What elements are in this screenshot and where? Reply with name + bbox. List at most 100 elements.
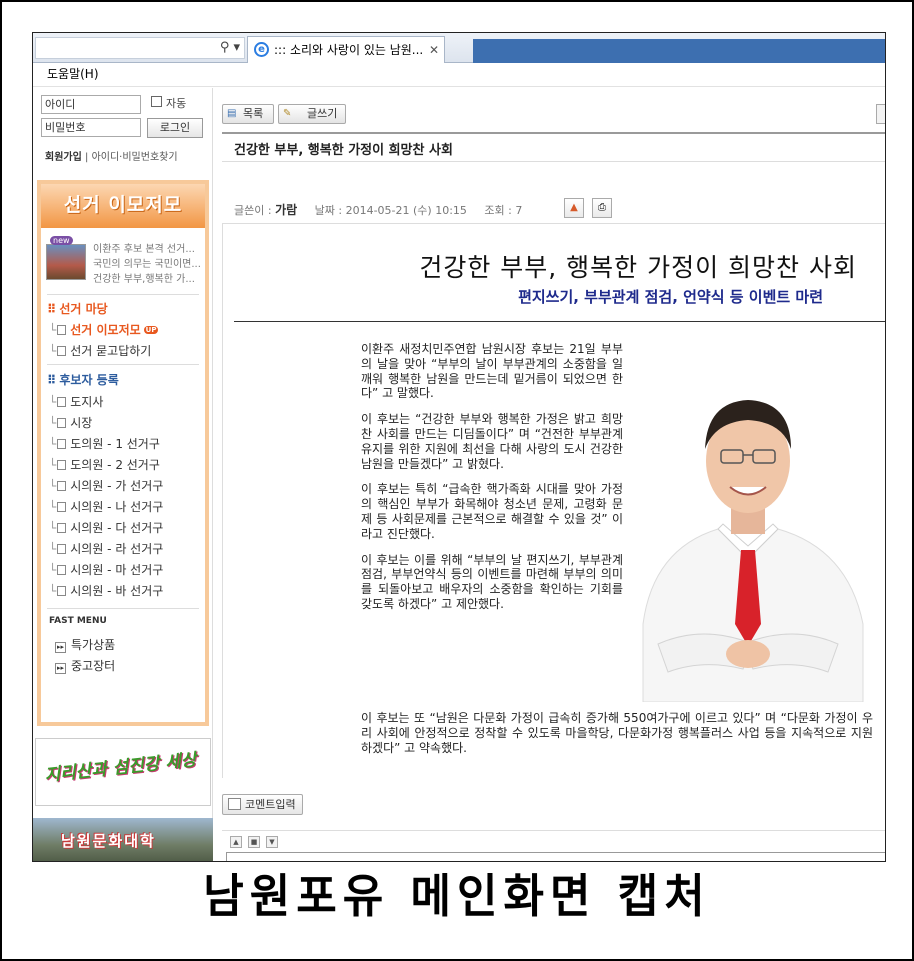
print-icon[interactable]: ⎙ xyxy=(592,198,612,218)
page-icon xyxy=(57,418,67,428)
outer-frame: ⚲ ▾ e ::: 소리와 사랑이 있는 남원... ✕ 도움말(H) 아이디 … xyxy=(0,0,914,961)
jirisan-banner[interactable]: 지리산과 섬진강 세상 xyxy=(35,738,211,806)
paragraph: 이환주 새정치민주연합 남원시장 후보는 21일 부부의 날을 맞아 “부부의 … xyxy=(361,342,623,401)
article-subhead: 편지쓰기, 부부관계 점검, 언약식 등 이벤트 마련 xyxy=(518,288,823,306)
login-button[interactable]: 로그인 xyxy=(147,118,203,138)
list-icon: ▤ xyxy=(227,108,237,119)
list-button[interactable]: ▤ 목록 xyxy=(222,104,274,124)
article-headline: 건강한 부부, 행복한 가정이 희망찬 사회 xyxy=(419,253,857,282)
reset-size-icon[interactable]: ■ xyxy=(248,836,260,848)
view-count: 조회 : 7 xyxy=(484,204,523,217)
post-title: 건강한 부부, 행복한 가정이 희망찬 사회 xyxy=(234,143,453,158)
alarm-icon[interactable]: ▲ xyxy=(564,198,584,218)
divider xyxy=(47,294,199,295)
arrow-icon: ▸▸ xyxy=(55,642,66,653)
author-name[interactable]: 가람 xyxy=(275,203,297,217)
password-input[interactable]: 비밀번호 xyxy=(41,118,141,137)
browser-tab-bar: ⚲ ▾ e ::: 소리와 사랑이 있는 남원... ✕ xyxy=(33,33,885,63)
tab-bar-background xyxy=(473,39,885,63)
article-text: 이환주 새정치민주연합 남원시장 후보는 21일 부부의 날을 맞아 “부부의 … xyxy=(361,342,623,623)
article-body: 건강한 부부, 행복한 가정이 희망찬 사회 편지쓰기, 부부관계 점검, 언약… xyxy=(222,223,885,778)
auto-login-label: 자동 xyxy=(166,97,187,110)
ie-icon: e xyxy=(254,42,269,57)
banner-text: 지리산과 섬진강 세상 xyxy=(43,750,198,786)
menu-item-candidate[interactable]: └ 도의원 - 2 선거구 xyxy=(49,456,160,473)
arrow-icon: ▸▸ xyxy=(55,663,66,674)
comment-editor-toolbar: ▲ ■ ▼ xyxy=(222,830,885,852)
search-dropdown-icon[interactable]: ⚲ ▾ xyxy=(220,40,240,55)
auto-login-checkbox[interactable] xyxy=(151,96,162,107)
page-icon xyxy=(57,502,67,512)
election-menu-box: 선거 이모저모 new 이환주 후보 본격 선거... 국민의 의무는 국민이면… xyxy=(37,180,209,726)
new-badge: new xyxy=(50,236,73,245)
section-heading: ⠿ 선거 마당 xyxy=(47,302,108,316)
menu-item-candidate[interactable]: └ 시의원 - 마 선거구 xyxy=(49,561,163,578)
fast-item-used-market[interactable]: ▸▸ 중고장터 xyxy=(55,657,115,674)
news-item[interactable]: 이환주 후보 본격 선거... xyxy=(93,240,203,255)
address-bar[interactable]: ⚲ ▾ xyxy=(35,37,245,59)
election-banner[interactable]: 선거 이모저모 xyxy=(41,184,205,228)
menu-item-candidate[interactable]: └ 시의원 - 다 선거구 xyxy=(49,519,163,536)
candidate-photo xyxy=(623,324,873,702)
menu-help[interactable]: 도움말(H) xyxy=(47,67,99,81)
section-heading: ⠿ 후보자 등록 xyxy=(47,373,119,387)
write-button[interactable]: ✎ 글쓰기 xyxy=(278,104,346,124)
page-icon xyxy=(57,544,67,554)
menu-item-election-qa[interactable]: └ 선거 묻고답하기 xyxy=(49,342,151,359)
expand-down-icon[interactable]: ▼ xyxy=(266,836,278,848)
news-item[interactable]: 국민의 의무는 국민이면... xyxy=(93,255,203,270)
toolbar-edge-button[interactable] xyxy=(876,104,885,124)
comment-icon xyxy=(228,798,241,810)
divider xyxy=(47,364,199,365)
menu-item-candidate[interactable]: └ 시의원 - 나 선거구 xyxy=(49,498,163,515)
sidebar: 아이디 자동 비밀번호 로그인 회원가입 | 아이디·비밀번호찾기 선거 이모저… xyxy=(33,88,213,861)
menu-item-candidate[interactable]: └ 시의원 - 바 선거구 xyxy=(49,582,163,599)
post-meta: 글쓴이 : 가람 날짜 : 2014-05-21 (수) 10:15 조회 : … xyxy=(234,203,523,217)
page-icon xyxy=(57,481,67,491)
browser-tab[interactable]: e ::: 소리와 사랑이 있는 남원... ✕ xyxy=(247,36,445,63)
menu-item-candidate[interactable]: └ 시의원 - 라 선거구 xyxy=(49,540,163,557)
menu-bar: 도움말(H) xyxy=(33,63,885,87)
menu-item-candidate[interactable]: └ 도지사 xyxy=(49,393,103,410)
headline-rule xyxy=(234,321,885,322)
pencil-icon: ✎ xyxy=(283,108,292,119)
expand-up-icon[interactable]: ▲ xyxy=(230,836,242,848)
close-icon[interactable]: ✕ xyxy=(429,37,439,63)
up-badge: UP xyxy=(143,326,159,334)
menu-item-election-news[interactable]: └ 선거 이모저모 UP xyxy=(49,321,159,338)
link-separator: | xyxy=(85,152,89,163)
comment-input-button[interactable]: 코멘트입력 xyxy=(222,794,303,815)
paragraph: 이 후보는 “건강한 부부와 행복한 가정은 밝고 희망찬 사회를 만드는 디딤… xyxy=(361,412,623,471)
page-icon xyxy=(57,346,67,356)
article-last-paragraph: 이 후보는 또 “남원은 다문화 가정이 급속히 증가해 550여가구에 이르고… xyxy=(361,711,873,755)
page-icon xyxy=(57,439,67,449)
page-icon xyxy=(57,397,67,407)
page-icon xyxy=(57,565,67,575)
id-input[interactable]: 아이디 xyxy=(41,95,141,114)
divider xyxy=(47,608,199,609)
join-link[interactable]: 회원가입 xyxy=(45,152,82,163)
news-thumbnail[interactable] xyxy=(46,244,86,280)
paragraph: 이 후보는 이를 위해 “부부의 날 편지쓰기, 부부관계 점검, 부부언약식 … xyxy=(361,552,623,611)
main-content: ▤ 목록 ✎ 글쓰기 건강한 부부, 행복한 가정이 희망찬 사회 글쓴이 : 가람… xyxy=(214,88,885,861)
page-icon xyxy=(57,523,67,533)
menu-item-candidate[interactable]: └ 시장 xyxy=(49,414,92,431)
paragraph: 이 후보는 특히 “급속한 핵가족화 시대를 맞아 가정의 핵심인 부부가 화목… xyxy=(361,482,623,541)
page-icon xyxy=(57,586,67,596)
news-item[interactable]: 건강한 부부,행복한 가... xyxy=(93,270,203,285)
menu-item-candidate[interactable]: └ 시의원 - 가 선거구 xyxy=(49,477,163,494)
menu-item-candidate[interactable]: └ 도의원 - 1 선거구 xyxy=(49,435,160,452)
post-date: 날짜 : 2014-05-21 (수) 10:15 xyxy=(314,204,467,217)
browser-screenshot: ⚲ ▾ e ::: 소리와 사랑이 있는 남원... ✕ 도움말(H) 아이디 … xyxy=(32,32,886,862)
find-account-link[interactable]: 아이디·비밀번호찾기 xyxy=(92,152,178,163)
page-icon xyxy=(57,460,67,470)
banner-text: 남원문화대학 xyxy=(61,832,156,850)
screenshot-caption: 남원포유 메인화면 캡처 xyxy=(203,869,711,924)
culture-college-banner[interactable]: 남원문화대학 xyxy=(33,818,213,861)
post-title-bar: 건강한 부부, 행복한 가정이 희망찬 사회 xyxy=(222,132,885,162)
member-links: 회원가입 | 아이디·비밀번호찾기 xyxy=(45,148,178,163)
tab-title: ::: 소리와 사랑이 있는 남원... xyxy=(274,43,424,57)
fast-item-special-deals[interactable]: ▸▸ 특가상품 xyxy=(55,636,115,653)
fast-menu-heading: FAST MENU xyxy=(49,616,107,626)
page-icon xyxy=(57,325,67,335)
